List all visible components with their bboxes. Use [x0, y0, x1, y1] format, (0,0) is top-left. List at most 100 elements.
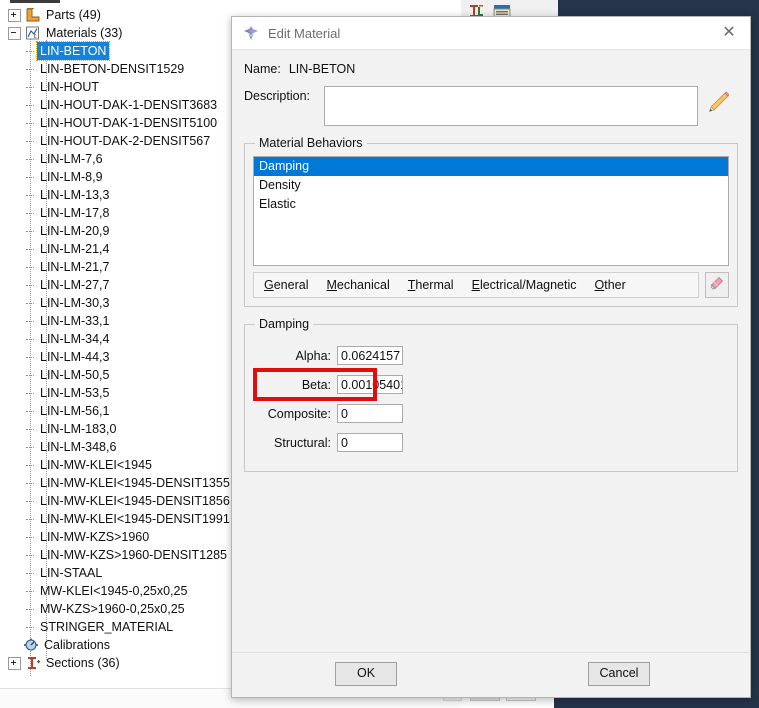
tree-node-label: Calibrations: [44, 638, 111, 652]
menu-thermal[interactable]: Thermal: [408, 278, 454, 292]
material-name: LIN-LM-53,5: [40, 386, 110, 400]
material-name: STRINGER_MATERIAL: [40, 620, 174, 634]
damping-row: Beta: 0.00105401: [253, 368, 729, 401]
tree-tick: [26, 213, 34, 215]
material-name: LIN-BETON: [35, 41, 111, 61]
tree-tick: [26, 159, 34, 161]
tree-tick: [26, 231, 34, 233]
material-name: LIN-LM-56,1: [40, 404, 110, 418]
description-input[interactable]: [324, 86, 698, 126]
behavior-item[interactable]: Damping: [254, 157, 728, 176]
behavior-menu-items[interactable]: General Mechanical Thermal Electrical/Magne…: [253, 272, 699, 298]
tree-tick: [26, 573, 34, 575]
name-label: Name:: [244, 62, 281, 76]
damping-row: Alpha: 0.0624157: [259, 343, 729, 368]
tree-tick: [26, 555, 34, 557]
no-expander: [8, 640, 19, 651]
behavior-item[interactable]: Density: [254, 176, 728, 195]
screen: Parts (49) ε Materials (33) LIN-BETON LIN-BE…: [0, 0, 759, 708]
material-name: LIN-LM-7,6: [40, 152, 103, 166]
expand-icon[interactable]: [8, 8, 21, 22]
material-name: LIN-LM-44,3: [40, 350, 110, 364]
material-behaviors-legend: Material Behaviors: [259, 136, 363, 150]
eraser-icon: [709, 275, 725, 296]
tree-node-label: Materials (33): [46, 26, 123, 40]
material-name: LIN-LM-33,1: [40, 314, 110, 328]
dialog-footer: OK Cancel: [232, 652, 750, 697]
material-name: LIN-MW-KZS>1960-DENSIT1285: [40, 548, 227, 562]
damping-input[interactable]: 0: [337, 433, 403, 452]
ok-button[interactable]: OK: [335, 662, 397, 686]
material-name: LIN-MW-KLEI<1945: [40, 458, 152, 472]
dialog-title: Edit Material: [268, 25, 341, 41]
damping-row: Composite: 0: [259, 401, 729, 426]
material-name: LIN-HOUT-DAK-2-DENSIT567: [40, 134, 211, 148]
tree-tick: [26, 429, 34, 431]
delete-behavior-button[interactable]: [705, 272, 729, 298]
tree-tick: [26, 51, 34, 53]
tree-tick: [26, 123, 34, 125]
material-name: LIN-LM-21,4: [40, 242, 110, 256]
tree-tick: [26, 591, 34, 593]
tree-tick: [26, 141, 34, 143]
dialog-title-bar[interactable]: Edit Material ✕: [232, 17, 750, 50]
description-field[interactable]: [325, 87, 697, 125]
material-name: LIN-MW-KLEI<1945-DENSIT1991: [40, 512, 230, 526]
name-value: LIN-BETON: [288, 62, 356, 76]
damping-label: Beta:: [301, 377, 331, 392]
material-name: LIN-LM-8,9: [40, 170, 103, 184]
tree-tick: [26, 321, 34, 323]
material-name: MW-KZS>1960-0,25x0,25: [40, 602, 185, 616]
behavior-label: Damping: [259, 159, 310, 173]
material-name: LIN-HOUT-DAK-1-DENSIT5100: [40, 116, 218, 130]
tree-tick: [26, 87, 34, 89]
tree-tick: [26, 267, 34, 269]
tree-tick: [26, 447, 34, 449]
behavior-item[interactable]: Elastic: [254, 195, 728, 214]
menu-electrical-magnetic[interactable]: Electrical/Magnetic: [472, 278, 577, 292]
material-behaviors-list[interactable]: Damping Density Elastic: [253, 156, 729, 266]
materials-icon: ε: [25, 26, 41, 40]
description-label: Description:: [244, 89, 310, 103]
tree-node-label: Parts (49): [46, 8, 101, 22]
material-name-row: Name: LIN-BETON: [244, 60, 738, 78]
material-name: LIN-BETON-DENSIT1529: [40, 62, 185, 76]
tree-tick: [26, 105, 34, 107]
edit-description-button[interactable]: [698, 86, 738, 121]
cancel-button[interactable]: Cancel: [588, 662, 650, 686]
tree-tick: [26, 339, 34, 341]
tree-tick: [26, 195, 34, 197]
tree-tick: [26, 357, 34, 359]
material-name: LIN-HOUT-DAK-1-DENSIT3683: [40, 98, 218, 112]
tree-tick: [26, 609, 34, 611]
tree-tick: [26, 249, 34, 251]
material-name: LIN-STAAL: [40, 566, 103, 580]
parts-icon: [25, 7, 41, 22]
damping-label: Composite:: [267, 406, 331, 421]
tree-tick: [26, 501, 34, 503]
collapse-icon[interactable]: [8, 26, 21, 40]
material-behaviors-group: Material Behaviors Damping Density Elastic…: [244, 136, 738, 307]
dialog-body: Name: LIN-BETON Description: Material Be…: [232, 50, 750, 652]
material-name: LIN-MW-KZS>1960: [40, 530, 150, 544]
damping-input[interactable]: 0: [337, 404, 403, 423]
tree-tick: [26, 177, 34, 179]
material-diamond-icon: [242, 24, 260, 42]
material-name: LIN-LM-27,7: [40, 278, 110, 292]
expand-icon[interactable]: [8, 656, 21, 670]
menu-mechanical[interactable]: Mechanical: [326, 278, 389, 292]
material-name: LIN-LM-348,6: [40, 440, 117, 454]
material-name: LIN-LM-17,8: [40, 206, 110, 220]
damping-input[interactable]: 0.00105401: [337, 375, 403, 394]
damping-input[interactable]: 0.0624157: [337, 346, 403, 365]
menu-other[interactable]: Other: [595, 278, 626, 292]
tree-tick: [26, 375, 34, 377]
svg-text:ε: ε: [34, 33, 37, 40]
sections-icon: [25, 656, 41, 670]
tree-tick: [26, 285, 34, 287]
close-icon[interactable]: ✕: [714, 20, 744, 46]
tree-tick: [26, 465, 34, 467]
tree-tick: [26, 303, 34, 305]
menu-general[interactable]: General: [264, 278, 308, 292]
tree-tick: [26, 483, 34, 485]
